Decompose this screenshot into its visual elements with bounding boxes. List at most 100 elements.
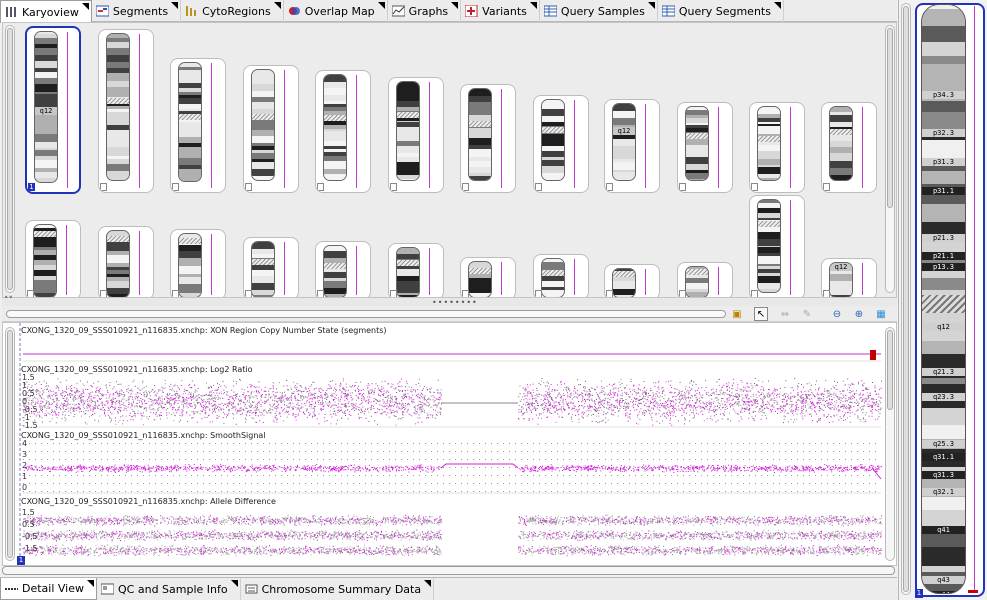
chromosome-card[interactable] [98, 29, 154, 193]
bottom-tab-bar: Detail View QC and Sample Info Chromosome … [0, 577, 897, 600]
signal-line [574, 259, 575, 295]
chromosome-shape [541, 258, 565, 297]
chromosome-number-badge [245, 290, 252, 297]
chromosome-number-badge [100, 290, 107, 297]
bookmark-icon[interactable]: ▣ [730, 307, 744, 321]
band-label: q12 [922, 323, 965, 331]
band-label: p31.1 [922, 187, 965, 195]
signal-line [790, 200, 791, 295]
band-label: q21.3 [922, 368, 965, 376]
tab-overlap-map[interactable]: Overlap Map [284, 0, 388, 22]
fit-view-icon[interactable]: ▦ [874, 307, 888, 321]
band-label: p21.1 [922, 252, 965, 260]
detail-left-scrollbar[interactable] [5, 327, 15, 561]
chromosome-card[interactable] [821, 102, 877, 193]
band-label: p13.3 [922, 263, 965, 271]
tab-query-segments[interactable]: Query Segments [658, 0, 784, 22]
tab-menu-icon[interactable] [647, 2, 655, 9]
chromosome-card[interactable] [98, 226, 154, 297]
karyoview-right-scrollbar[interactable] [885, 25, 895, 293]
tab-label: Graphs [408, 4, 449, 18]
chromosome-1-ideogram[interactable]: p34.3 p32.3 p31.3 p31.1 p21.3 p21.1 p13.3 q12 q2… [921, 4, 966, 594]
variants-icon [465, 5, 478, 17]
chromosome-band [922, 171, 965, 179]
pointer-tool-button[interactable]: ↖ [754, 307, 768, 321]
chromosome-card[interactable]: q12 1 [25, 26, 81, 194]
detail-horizontal-scrollbar[interactable] [6, 310, 726, 318]
karyoview-left-scrollbar[interactable] [5, 25, 15, 293]
axis-tick-label: 4 [22, 439, 28, 448]
bottom-tab-qc-and-sample-info[interactable]: QC and Sample Info [97, 578, 241, 600]
chromosome-card[interactable] [749, 195, 805, 297]
chromosome-card[interactable] [460, 84, 516, 193]
track-title-log2-ratio: CXONG_1320_09_SSS010921_n116835.xnchp: L… [21, 365, 253, 374]
chromosome-number-badge [679, 290, 686, 297]
signal-line [66, 225, 67, 295]
chromosome-band [922, 341, 965, 355]
chromosome-shape [396, 247, 420, 297]
chromosome-card[interactable] [677, 262, 733, 297]
chromosome-card[interactable] [170, 58, 226, 193]
tab-query-samples[interactable]: Query Samples [540, 0, 658, 22]
chromosome-card[interactable]: q12 [604, 99, 660, 193]
chromosome-card[interactable] [388, 77, 444, 193]
tab-graphs[interactable]: Graphs [388, 0, 462, 22]
allele-difference-points [23, 514, 882, 527]
bottom-tab-detail-view[interactable]: Detail View [0, 578, 98, 600]
tab-menu-icon[interactable] [230, 580, 238, 587]
tab-label: Query Segments [678, 4, 771, 18]
signal-line [139, 34, 140, 188]
chromosome-card[interactable] [170, 229, 226, 297]
tab-menu-icon[interactable] [81, 3, 89, 10]
panel-splitter[interactable]: ˄˅ •••••••• [2, 296, 897, 307]
chromosome-card[interactable] [243, 65, 299, 193]
chromosome-card[interactable] [460, 257, 516, 297]
side-scrollbar[interactable] [901, 3, 911, 595]
pan-tool-icon[interactable]: ⇔ [778, 307, 792, 321]
chromosome-card[interactable] [533, 254, 589, 297]
chromosome-number-badge [462, 290, 469, 297]
chromosome-shape [178, 233, 202, 297]
collapse-arrows-icon[interactable]: ˄˅ [4, 296, 13, 306]
tab-menu-icon[interactable] [424, 580, 432, 587]
chromosome-card[interactable] [677, 102, 733, 193]
signal-line [574, 100, 575, 188]
chromosome-card[interactable] [25, 220, 81, 297]
tab-menu-icon[interactable] [377, 2, 385, 9]
tab-karyoview[interactable]: Karyoview [0, 0, 92, 23]
tab-menu-icon[interactable] [171, 2, 179, 9]
tab-menu-icon[interactable] [529, 2, 537, 9]
tab-cytoregions[interactable]: CytoRegions [181, 0, 284, 22]
chromosome-number-badge: 1 [915, 589, 923, 598]
chromosome-shape [251, 241, 275, 297]
tab-menu-icon[interactable] [773, 2, 781, 9]
detail-tracks-canvas[interactable] [3, 323, 897, 566]
axis-tick-label: 2 [22, 461, 28, 470]
detail-right-scrollbar[interactable] [885, 327, 895, 561]
region-marker [968, 590, 978, 593]
zoom-in-icon[interactable]: ⊕ [852, 307, 866, 321]
chromosome-card[interactable] [749, 102, 805, 193]
signal-line [501, 89, 502, 188]
chromosome-number-badge [390, 183, 397, 191]
table-icon [543, 5, 557, 17]
bottom-tab-chromosome-summary-data[interactable]: Chromosome Summary Data [241, 578, 435, 600]
chromosome-card[interactable] [315, 241, 371, 297]
track-title-copy-number: CXONG_1320_09_SSS010921_n116835.xnchp: X… [21, 326, 387, 335]
tab-segments[interactable]: Segments [92, 0, 182, 22]
select-region-icon[interactable]: ✎ [800, 307, 814, 321]
chromosome-card[interactable] [388, 243, 444, 297]
chromosome-card[interactable] [533, 95, 589, 193]
tab-menu-icon[interactable] [273, 2, 281, 9]
tab-menu-icon[interactable] [451, 2, 459, 9]
tab-variants[interactable]: Variants [461, 0, 540, 22]
chromosome-card[interactable] [315, 70, 371, 193]
signal-line [429, 248, 430, 295]
zoom-out-icon[interactable]: ⊖ [830, 307, 844, 321]
chromosome-card[interactable]: q12 [821, 258, 877, 297]
chromosome-card[interactable] [604, 264, 660, 297]
tab-menu-icon[interactable] [87, 580, 95, 587]
chromosome-card[interactable] [243, 237, 299, 297]
detail-bottom-scrollbar[interactable] [2, 566, 895, 575]
tab-label: Detail View [22, 582, 85, 595]
